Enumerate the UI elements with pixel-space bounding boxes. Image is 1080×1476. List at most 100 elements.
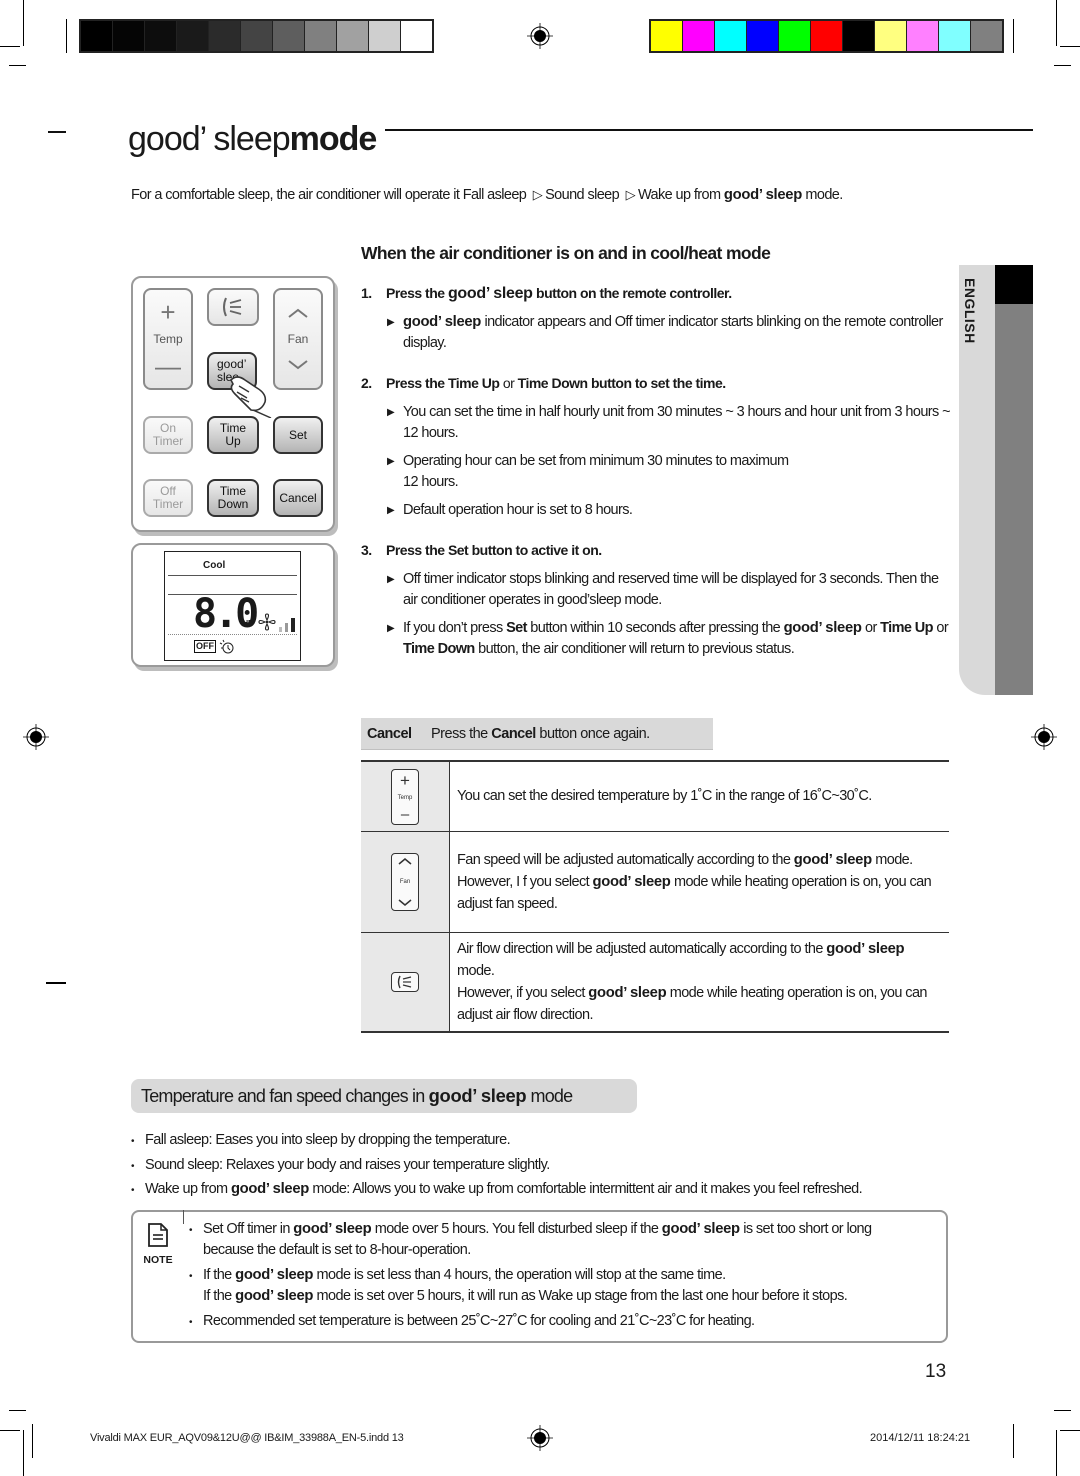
bullet-text: Operating hour can be set from minimum 3… [403, 453, 789, 469]
crop-mark [0, 1430, 20, 1431]
chevron-up-icon [288, 308, 308, 318]
step-text: button to active it on. [471, 542, 603, 558]
grayscale-color-bar [79, 19, 434, 53]
bullet-item: If you don’t press Set button within 10 … [387, 618, 952, 660]
color-swatch [209, 21, 240, 51]
step-1: 1. Press the good’ sleep button on the re… [361, 285, 732, 303]
note-label: NOTE [143, 1254, 173, 1266]
crop-mark [1013, 1424, 1014, 1458]
heading-text: Temperature and fan speed changes in [141, 1085, 425, 1106]
table-text-cell: You can set the desired temperature by 1… [450, 762, 949, 831]
bullet-text: 12 hours. [403, 474, 459, 490]
crop-mark [46, 982, 66, 984]
bullet-text: button within 10 seconds after pressing … [530, 620, 781, 636]
color-swatch [273, 21, 304, 51]
brand-name: good’ sleep [293, 1221, 372, 1237]
lcd-divider [168, 575, 297, 576]
table-text: mode. [457, 962, 495, 979]
table-text: Air flow direction will be adjusted auto… [457, 940, 823, 957]
note-item-continuation: If the good’ sleep mode is set over 5 ho… [203, 1288, 848, 1304]
cancel-text: Cancel [491, 725, 536, 742]
lcd-unit: HR [243, 620, 254, 627]
crop-mark [1056, 1430, 1057, 1476]
section-heading-pill: Temperature and fan speed changes in goo… [131, 1079, 637, 1113]
table-text: However, I f you select [457, 873, 590, 890]
table-row: Air flow direction will be adjusted auto… [361, 933, 949, 1031]
brand-name: good’ sleep [592, 873, 671, 890]
brand-name: good’ sleep [661, 1221, 740, 1237]
time-up-label: Up [225, 434, 241, 448]
brand-name: good’ sleep [793, 851, 872, 868]
brand-name: good’ sleep [128, 120, 291, 158]
color-swatch [145, 21, 176, 51]
airflow-button-icon [391, 972, 419, 992]
brand-name: good’ sleep [826, 940, 905, 957]
bullet-item: Off timer indicator stops blinking and r… [387, 569, 952, 611]
color-swatch [401, 21, 432, 51]
title-suffix: mode [289, 120, 378, 158]
bullet-icon: • [189, 1225, 193, 1236]
lcd-divider [168, 634, 297, 635]
color-swatch [843, 21, 874, 51]
bullet-icon: • [131, 1185, 135, 1196]
bullet-item: Default operation hour is set to 8 hours… [387, 500, 952, 521]
list-item: • Fall asleep: Eases you into sleep by dr… [131, 1132, 511, 1148]
minus-icon: — [155, 351, 181, 382]
bullet-text: If you don’t press [403, 620, 503, 636]
lcd-mode: Cool [203, 560, 226, 571]
color-swatch [747, 21, 778, 51]
on-timer-label: Timer [152, 434, 184, 448]
note-text: Recommended set temperature is between 2… [203, 1313, 755, 1329]
language-label: ENGLISH [962, 278, 978, 344]
note-document-icon [148, 1223, 168, 1247]
crop-mark [1054, 65, 1071, 66]
icon-label: Temp [397, 794, 413, 801]
list-text: Wake up from [145, 1181, 228, 1197]
step-text: Press the [386, 375, 445, 391]
color-swatch [177, 21, 208, 51]
crop-mark [0, 46, 20, 47]
step-text: button on the remote controller. [536, 285, 732, 301]
step-text: Press the [386, 285, 445, 301]
color-swatch [811, 21, 842, 51]
note-text: mode is set over 5 hours, it will run as… [316, 1288, 848, 1304]
icon-label: Fan [399, 879, 411, 885]
lcd-time-value: 8.0 [193, 591, 259, 637]
step-text: or [502, 375, 515, 391]
cancel-label: Cancel [367, 725, 412, 742]
table-row: + Temp – You can set the desired temperatu… [361, 762, 949, 832]
bullet-item: good’ sleep indicator appears and Off ti… [387, 312, 952, 354]
step-text: Time Up [447, 375, 500, 391]
table-text: However, if you select [457, 984, 585, 1001]
bullet-text: or [936, 620, 949, 636]
temp-label: Temp [153, 331, 183, 346]
color-swatch [907, 21, 938, 51]
bullet-icon: • [131, 1136, 135, 1147]
note-item: • If the good’ sleep mode is set less tha… [189, 1267, 726, 1283]
step-text: Time Down [517, 375, 588, 391]
set-button: Set [273, 416, 323, 454]
page-number: 13 [925, 1361, 947, 1382]
brand-name: good’ sleep [428, 1085, 527, 1106]
color-swatch [779, 21, 810, 51]
table-icon-cell [361, 933, 450, 1031]
table-row: Fan Fan speed will be adjusted automatic… [361, 832, 949, 933]
off-timer-button: Off Timer [143, 479, 193, 517]
registration-mark-icon [527, 1425, 553, 1451]
crop-mark [1054, 1410, 1071, 1411]
table-text: Fan speed will be adjusted automatically… [457, 851, 791, 868]
page-title: good’ sleepmode [128, 120, 378, 159]
brand-name: good’ sleep [403, 314, 482, 330]
on-timer-button: On Timer [143, 416, 193, 454]
bullet-text: Time Down [403, 641, 475, 657]
note-text: mode is set less than 4 hours, the opera… [316, 1267, 727, 1283]
table-text-cell: Air flow direction will be adjusted auto… [450, 933, 949, 1031]
crop-mark [32, 1424, 33, 1458]
remote-controller-illustration: + Temp — Fan good’ slee On Timer Time Up… [131, 276, 335, 532]
chevron-down-icon [288, 360, 308, 370]
note-text: If the [203, 1267, 232, 1283]
note-box: NOTE • Set Off timer in good’ sleep mode … [131, 1210, 948, 1343]
section-heading: When the air conditioner is on and in co… [361, 243, 771, 263]
crop-mark [23, 1430, 24, 1476]
note-text: because the default is set to 8-hour-ope… [203, 1242, 471, 1258]
